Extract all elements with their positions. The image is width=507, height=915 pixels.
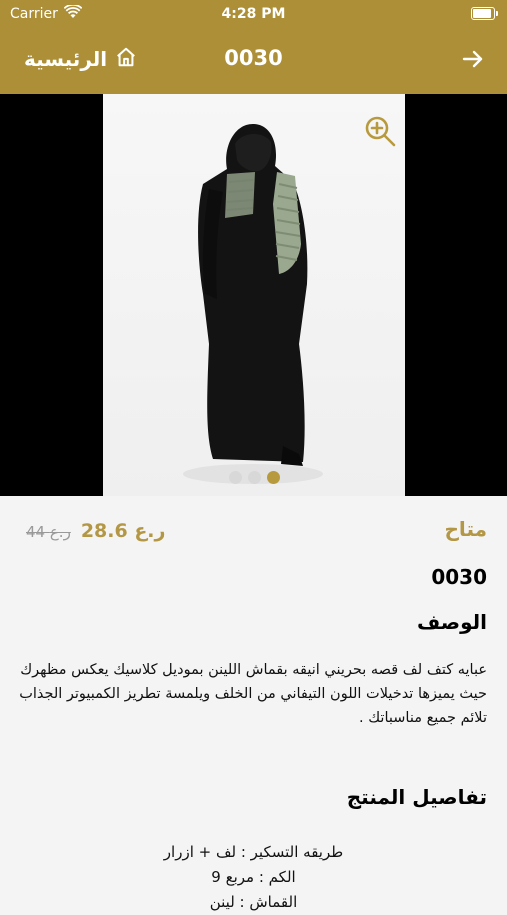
carousel-page-indicator bbox=[103, 471, 405, 484]
product-photo[interactable] bbox=[103, 94, 405, 496]
home-label: الرئيسية bbox=[24, 47, 108, 71]
zoom-in-icon[interactable] bbox=[363, 114, 397, 152]
detail-line: القماش : لينن bbox=[209, 893, 298, 911]
abaya-photo bbox=[183, 124, 323, 484]
description-heading: الوصف bbox=[416, 610, 487, 634]
status-bar: Carrier 4:28 PM bbox=[0, 0, 507, 28]
detail-line: طريقه التسكير : لف + ازرار bbox=[163, 843, 344, 861]
navigation-bar: الرئيسية 0030 bbox=[0, 28, 507, 94]
carousel-dot[interactable] bbox=[266, 471, 280, 484]
product-details-heading: تفاصيل المنتج bbox=[346, 785, 487, 809]
home-button[interactable]: الرئيسية bbox=[24, 46, 137, 72]
product-image-carousel[interactable] bbox=[0, 94, 507, 496]
carousel-dot[interactable] bbox=[247, 471, 261, 484]
product-details: طريقه التسكير : لف + ازرار الكم : مربع 9… bbox=[0, 840, 507, 915]
battery-icon bbox=[471, 7, 498, 20]
home-icon bbox=[115, 46, 137, 72]
product-code: 0030 bbox=[431, 565, 487, 589]
arrow-right-icon bbox=[461, 50, 485, 75]
availability-label: متاح bbox=[444, 517, 487, 541]
forward-button[interactable] bbox=[461, 47, 485, 75]
description-text: عبايه كتف لف قصه بحريني انيقه بقماش اللي… bbox=[19, 662, 487, 726]
price-block: 44 ر.ع 28.6 ر.ع bbox=[26, 520, 165, 542]
current-price: 28.6 ر.ع bbox=[80, 520, 166, 542]
carousel-dot[interactable] bbox=[228, 471, 242, 484]
old-price: 44 ر.ع bbox=[26, 523, 71, 541]
status-time: 4:28 PM bbox=[221, 6, 286, 22]
detail-line: الكم : مربع 9 bbox=[211, 868, 296, 886]
